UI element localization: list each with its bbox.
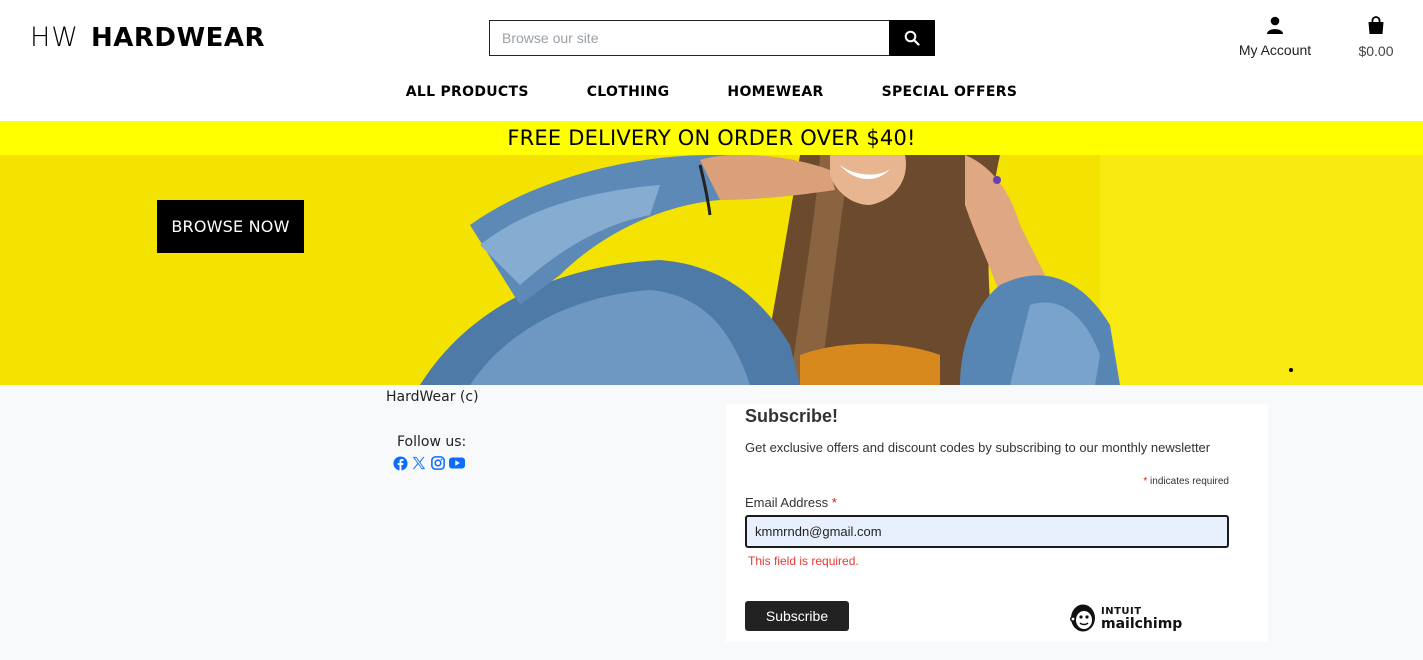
search-form — [489, 20, 935, 56]
carousel-indicator[interactable] — [1289, 368, 1293, 372]
user-icon — [1267, 16, 1283, 34]
hero-banner: BROWSE NOW — [0, 155, 1423, 385]
mailchimp-icon — [1070, 604, 1095, 632]
x-link[interactable] — [411, 455, 427, 471]
site-header: HW HARDWEAR My Account $0.00 ALL PRODUCT… — [0, 0, 1423, 121]
mailchimp-text: mailchimp — [1101, 616, 1183, 632]
main-nav: ALL PRODUCTS CLOTHING HOMEWEAR SPECIAL O… — [0, 84, 1423, 100]
nav-clothing[interactable]: CLOTHING — [587, 84, 670, 100]
my-account-label: My Account — [1238, 42, 1312, 58]
x-icon — [412, 456, 426, 470]
subscribe-description: Get exclusive offers and discount codes … — [745, 440, 1211, 455]
copyright-text: HardWear (c) — [386, 389, 479, 405]
subscribe-button[interactable]: Subscribe — [745, 601, 849, 631]
email-label-text: Email Address — [745, 495, 832, 510]
nav-homewear[interactable]: HOMEWEAR — [727, 84, 823, 100]
search-button[interactable] — [889, 20, 935, 56]
delivery-banner-text: FREE DELIVERY ON ORDER OVER $40! — [507, 126, 916, 150]
facebook-link[interactable] — [392, 455, 408, 471]
cart-link[interactable]: $0.00 — [1350, 16, 1402, 59]
delivery-banner: FREE DELIVERY ON ORDER OVER $40! — [0, 121, 1423, 155]
my-account-link[interactable]: My Account — [1233, 16, 1317, 58]
search-input[interactable] — [489, 20, 889, 56]
site-logo[interactable]: HW HARDWEAR — [30, 22, 265, 53]
browse-now-button[interactable]: BROWSE NOW — [157, 200, 304, 253]
nav-special-offers[interactable]: SPECIAL OFFERS — [882, 84, 1018, 100]
social-links — [392, 455, 465, 471]
subscribe-title: Subscribe! — [745, 406, 839, 426]
instagram-icon — [431, 456, 445, 470]
email-error-message: This field is required. — [748, 554, 859, 568]
mailchimp-logo[interactable]: INTUIT mailchimp — [1069, 603, 1182, 633]
email-input[interactable] — [745, 515, 1229, 548]
cart-total: $0.00 — [1358, 43, 1394, 59]
facebook-icon — [392, 455, 408, 471]
email-label: Email Address * — [745, 495, 837, 510]
logo-name: HARDWEAR — [91, 23, 266, 53]
youtube-link[interactable] — [449, 455, 465, 471]
subscribe-form: Subscribe! Get exclusive offers and disc… — [726, 404, 1268, 642]
youtube-icon — [449, 457, 465, 469]
search-icon — [904, 30, 920, 46]
mailchimp-wordmark: INTUIT mailchimp — [1101, 606, 1183, 632]
required-note: * indicates required — [1143, 476, 1229, 487]
required-note-text: indicates required — [1147, 476, 1229, 487]
email-required-asterisk: * — [831, 495, 837, 510]
instagram-link[interactable] — [430, 455, 446, 471]
follow-us-label: Follow us: — [397, 434, 467, 450]
logo-mark: HW — [30, 22, 79, 53]
hero-image — [0, 155, 1423, 385]
shopping-bag-icon — [1368, 16, 1384, 34]
nav-all-products[interactable]: ALL PRODUCTS — [406, 84, 529, 100]
